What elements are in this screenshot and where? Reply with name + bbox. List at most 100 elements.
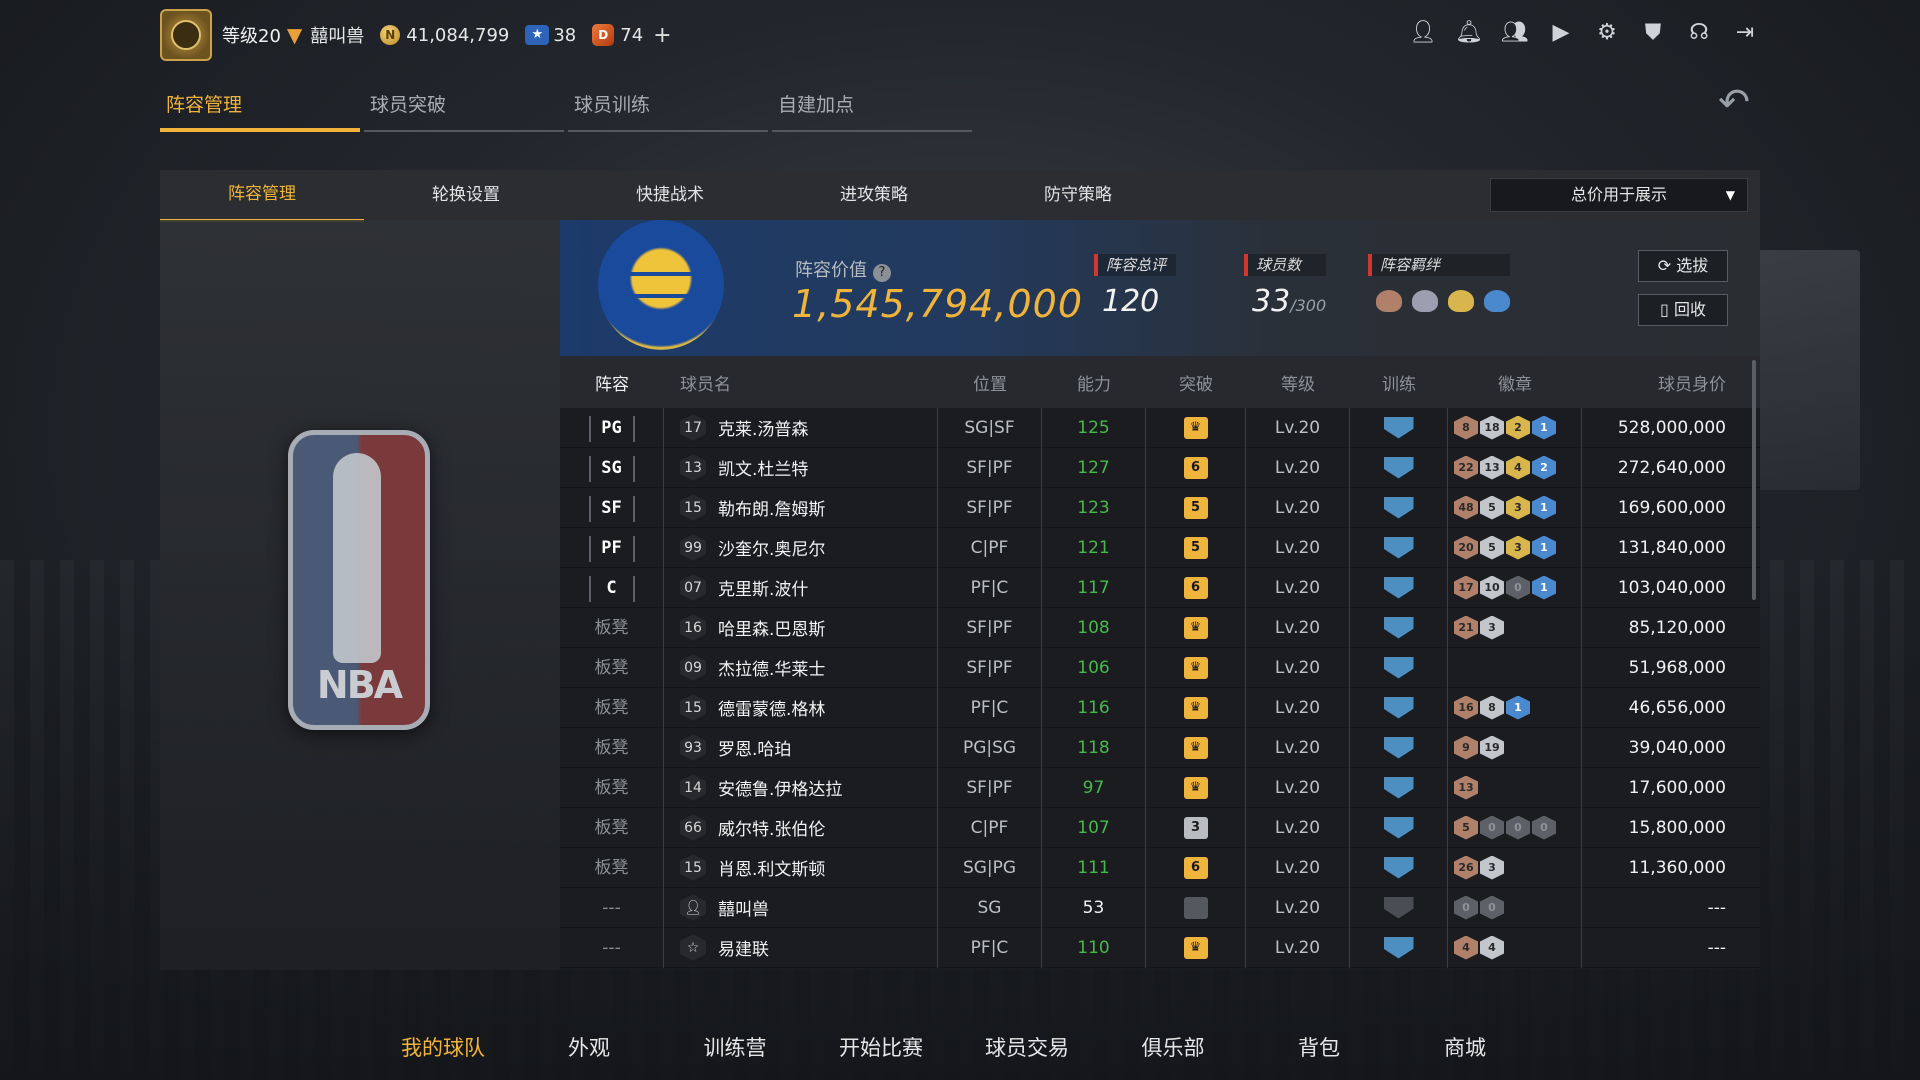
exit-icon[interactable]: ⇥ bbox=[1730, 18, 1760, 48]
table-row[interactable]: --- ☆ 易建联 PF|C 110 ♛ Lv.20 4 4 --- bbox=[560, 927, 1760, 968]
table-scrollbar[interactable] bbox=[1752, 360, 1756, 600]
tab-player-breakthrough[interactable]: 球员突破 bbox=[364, 88, 564, 132]
subtab-offense-strategy[interactable]: 进攻策略 bbox=[772, 170, 976, 220]
row-player-name[interactable]: 66 威尔特.张伯伦 bbox=[664, 807, 938, 848]
table-row[interactable]: 板凳 15 肖恩.利文斯顿 SG|PG 111 6 Lv.20 26 3 11,360,000 bbox=[560, 847, 1760, 888]
row-lineup-slot[interactable]: --- bbox=[560, 887, 664, 928]
table-row[interactable]: SF 15 勒布朗.詹姆斯 SF|PF 123 5 Lv.20 48 5 3 1 169,600,00… bbox=[560, 487, 1760, 528]
row-player-name[interactable]: 13 凯文.杜兰特 bbox=[664, 447, 938, 488]
select-players-button[interactable]: ⟳ 选拔 bbox=[1638, 250, 1728, 282]
row-breakthrough[interactable]: 3 bbox=[1146, 807, 1246, 848]
table-row[interactable]: --- 👤︎ 囍叫兽 SG 53 Lv.20 0 0 --- bbox=[560, 887, 1760, 928]
row-lineup-slot[interactable]: 板凳 bbox=[560, 607, 664, 648]
row-breakthrough[interactable]: ♛ bbox=[1146, 727, 1246, 768]
row-badges[interactable]: 13 bbox=[1448, 767, 1582, 808]
row-training[interactable] bbox=[1350, 807, 1448, 848]
row-lineup-slot[interactable]: 板凳 bbox=[560, 767, 664, 808]
row-badges[interactable]: 16 8 1 bbox=[1448, 687, 1582, 728]
row-player-name[interactable]: 14 安德鲁.伊格达拉 bbox=[664, 767, 938, 808]
row-training[interactable] bbox=[1350, 767, 1448, 808]
display-mode-select[interactable]: 总价用于展示 ▼ bbox=[1490, 178, 1748, 212]
row-badges[interactable]: 44 bbox=[1448, 927, 1582, 968]
row-training[interactable] bbox=[1350, 487, 1448, 528]
row-breakthrough[interactable]: ♛ bbox=[1146, 647, 1246, 688]
bell-icon[interactable]: 🔔︎ bbox=[1454, 18, 1484, 48]
row-training[interactable] bbox=[1350, 647, 1448, 688]
row-lineup-slot[interactable]: 板凳 bbox=[560, 727, 664, 768]
nav-appearance[interactable]: 外观 bbox=[516, 1028, 662, 1068]
row-training[interactable] bbox=[1350, 447, 1448, 488]
back-arrow-icon[interactable]: ↶ bbox=[1706, 83, 1762, 121]
header-ability[interactable]: 能力 bbox=[1042, 370, 1146, 395]
row-breakthrough[interactable]: ♛ bbox=[1146, 607, 1246, 648]
nav-shop[interactable]: 商城 bbox=[1392, 1028, 1538, 1068]
row-breakthrough[interactable]: 5 bbox=[1146, 487, 1246, 528]
row-player-name[interactable]: 👤︎ 囍叫兽 bbox=[664, 887, 938, 928]
row-lineup-slot[interactable]: 板凳 bbox=[560, 807, 664, 848]
row-badges[interactable]: 22 13 4 2 bbox=[1448, 447, 1582, 488]
header-player-name[interactable]: 球员名 bbox=[664, 370, 938, 395]
row-lineup-slot[interactable]: 板凳 bbox=[560, 847, 664, 888]
table-row[interactable]: 板凳 09 杰拉德.华莱士 SF|PF 106 ♛ Lv.20 51,968,000 bbox=[560, 647, 1760, 688]
row-lineup-slot[interactable]: SF bbox=[560, 487, 664, 528]
table-row[interactable]: PG 17 克莱.汤普森 SG|SF 125 ♛ Lv.20 8 18 2 1 528,000,000 bbox=[560, 407, 1760, 448]
row-badges[interactable]: 21 3 bbox=[1448, 607, 1582, 648]
row-breakthrough[interactable] bbox=[1146, 887, 1246, 928]
add-currency-button[interactable]: + bbox=[653, 23, 671, 48]
row-breakthrough[interactable]: ♛ bbox=[1146, 407, 1246, 448]
nav-training-camp[interactable]: 训练营 bbox=[662, 1028, 808, 1068]
nav-player-trade[interactable]: 球员交易 bbox=[954, 1028, 1100, 1068]
nav-club[interactable]: 俱乐部 bbox=[1100, 1028, 1246, 1068]
subtab-quick-tactics[interactable]: 快捷战术 bbox=[568, 170, 772, 220]
tab-player-training[interactable]: 球员训练 bbox=[568, 88, 768, 132]
subtab-defense-strategy[interactable]: 防守策略 bbox=[976, 170, 1180, 220]
row-badges[interactable] bbox=[1448, 647, 1582, 688]
row-breakthrough[interactable]: 5 bbox=[1146, 527, 1246, 568]
row-breakthrough[interactable]: 6 bbox=[1146, 847, 1246, 888]
header-level[interactable]: 等级 bbox=[1246, 370, 1350, 395]
subtab-rotation[interactable]: 轮换设置 bbox=[364, 170, 568, 220]
row-training[interactable] bbox=[1350, 887, 1448, 928]
tab-lineup-management[interactable]: 阵容管理 bbox=[160, 88, 360, 132]
header-breakthrough[interactable]: 突破 bbox=[1146, 370, 1246, 395]
row-training[interactable] bbox=[1350, 727, 1448, 768]
row-player-name[interactable]: 07 克里斯.波什 bbox=[664, 567, 938, 608]
row-lineup-slot[interactable]: --- bbox=[560, 927, 664, 968]
nav-my-team[interactable]: 我的球队 bbox=[370, 1028, 516, 1068]
video-icon[interactable]: ▶ bbox=[1546, 18, 1576, 48]
row-badges[interactable]: 9 19 bbox=[1448, 727, 1582, 768]
header-training[interactable]: 训练 bbox=[1350, 370, 1448, 395]
row-lineup-slot[interactable]: PG bbox=[560, 407, 664, 448]
row-breakthrough[interactable]: ♛ bbox=[1146, 927, 1246, 968]
row-player-name[interactable]: 09 杰拉德.华莱士 bbox=[664, 647, 938, 688]
table-row[interactable]: 板凳 16 哈里森.巴恩斯 SF|PF 108 ♛ Lv.20 21 3 85,120,000 bbox=[560, 607, 1760, 648]
row-training[interactable] bbox=[1350, 607, 1448, 648]
row-badges[interactable]: 8 18 2 1 bbox=[1448, 407, 1582, 448]
row-player-name[interactable]: ☆ 易建联 bbox=[664, 927, 938, 968]
gear-icon[interactable]: ⚙ bbox=[1592, 18, 1622, 48]
row-training[interactable] bbox=[1350, 527, 1448, 568]
headset-icon[interactable]: ☊ bbox=[1684, 18, 1714, 48]
row-lineup-slot[interactable]: SG bbox=[560, 447, 664, 488]
header-player-value[interactable]: 球员身价 bbox=[1582, 370, 1760, 395]
row-lineup-slot[interactable]: C bbox=[560, 567, 664, 608]
row-player-name[interactable]: 99 沙奎尔.奥尼尔 bbox=[664, 527, 938, 568]
row-player-name[interactable]: 15 德雷蒙德.格林 bbox=[664, 687, 938, 728]
header-lineup[interactable]: 阵容 bbox=[560, 370, 664, 395]
row-player-name[interactable]: 15 肖恩.利文斯顿 bbox=[664, 847, 938, 888]
table-row[interactable]: C 07 克里斯.波什 PF|C 117 6 Lv.20 17 10 0 1 103,040,000 bbox=[560, 567, 1760, 608]
row-breakthrough[interactable]: 6 bbox=[1146, 447, 1246, 488]
subtab-lineup[interactable]: 阵容管理 bbox=[160, 169, 364, 222]
row-badges[interactable]: 17 10 0 1 bbox=[1448, 567, 1582, 608]
row-breakthrough[interactable]: ♛ bbox=[1146, 687, 1246, 728]
nav-backpack[interactable]: 背包 bbox=[1246, 1028, 1392, 1068]
row-player-name[interactable]: 17 克莱.汤普森 bbox=[664, 407, 938, 448]
shield-icon[interactable]: ⛊ bbox=[1638, 18, 1668, 48]
row-badges[interactable]: 26 3 bbox=[1448, 847, 1582, 888]
row-breakthrough[interactable]: ♛ bbox=[1146, 767, 1246, 808]
friends-icon[interactable]: 👥︎ bbox=[1500, 18, 1530, 48]
table-row[interactable]: 板凳 66 威尔特.张伯伦 C|PF 107 3 Lv.20 5 0 0 0 15,800,000 bbox=[560, 807, 1760, 848]
header-position[interactable]: 位置 bbox=[938, 370, 1042, 395]
header-badges[interactable]: 徽章 bbox=[1448, 370, 1582, 395]
table-row[interactable]: 板凳 93 罗恩.哈珀 PG|SG 118 ♛ Lv.20 9 19 39,040,000 bbox=[560, 727, 1760, 768]
